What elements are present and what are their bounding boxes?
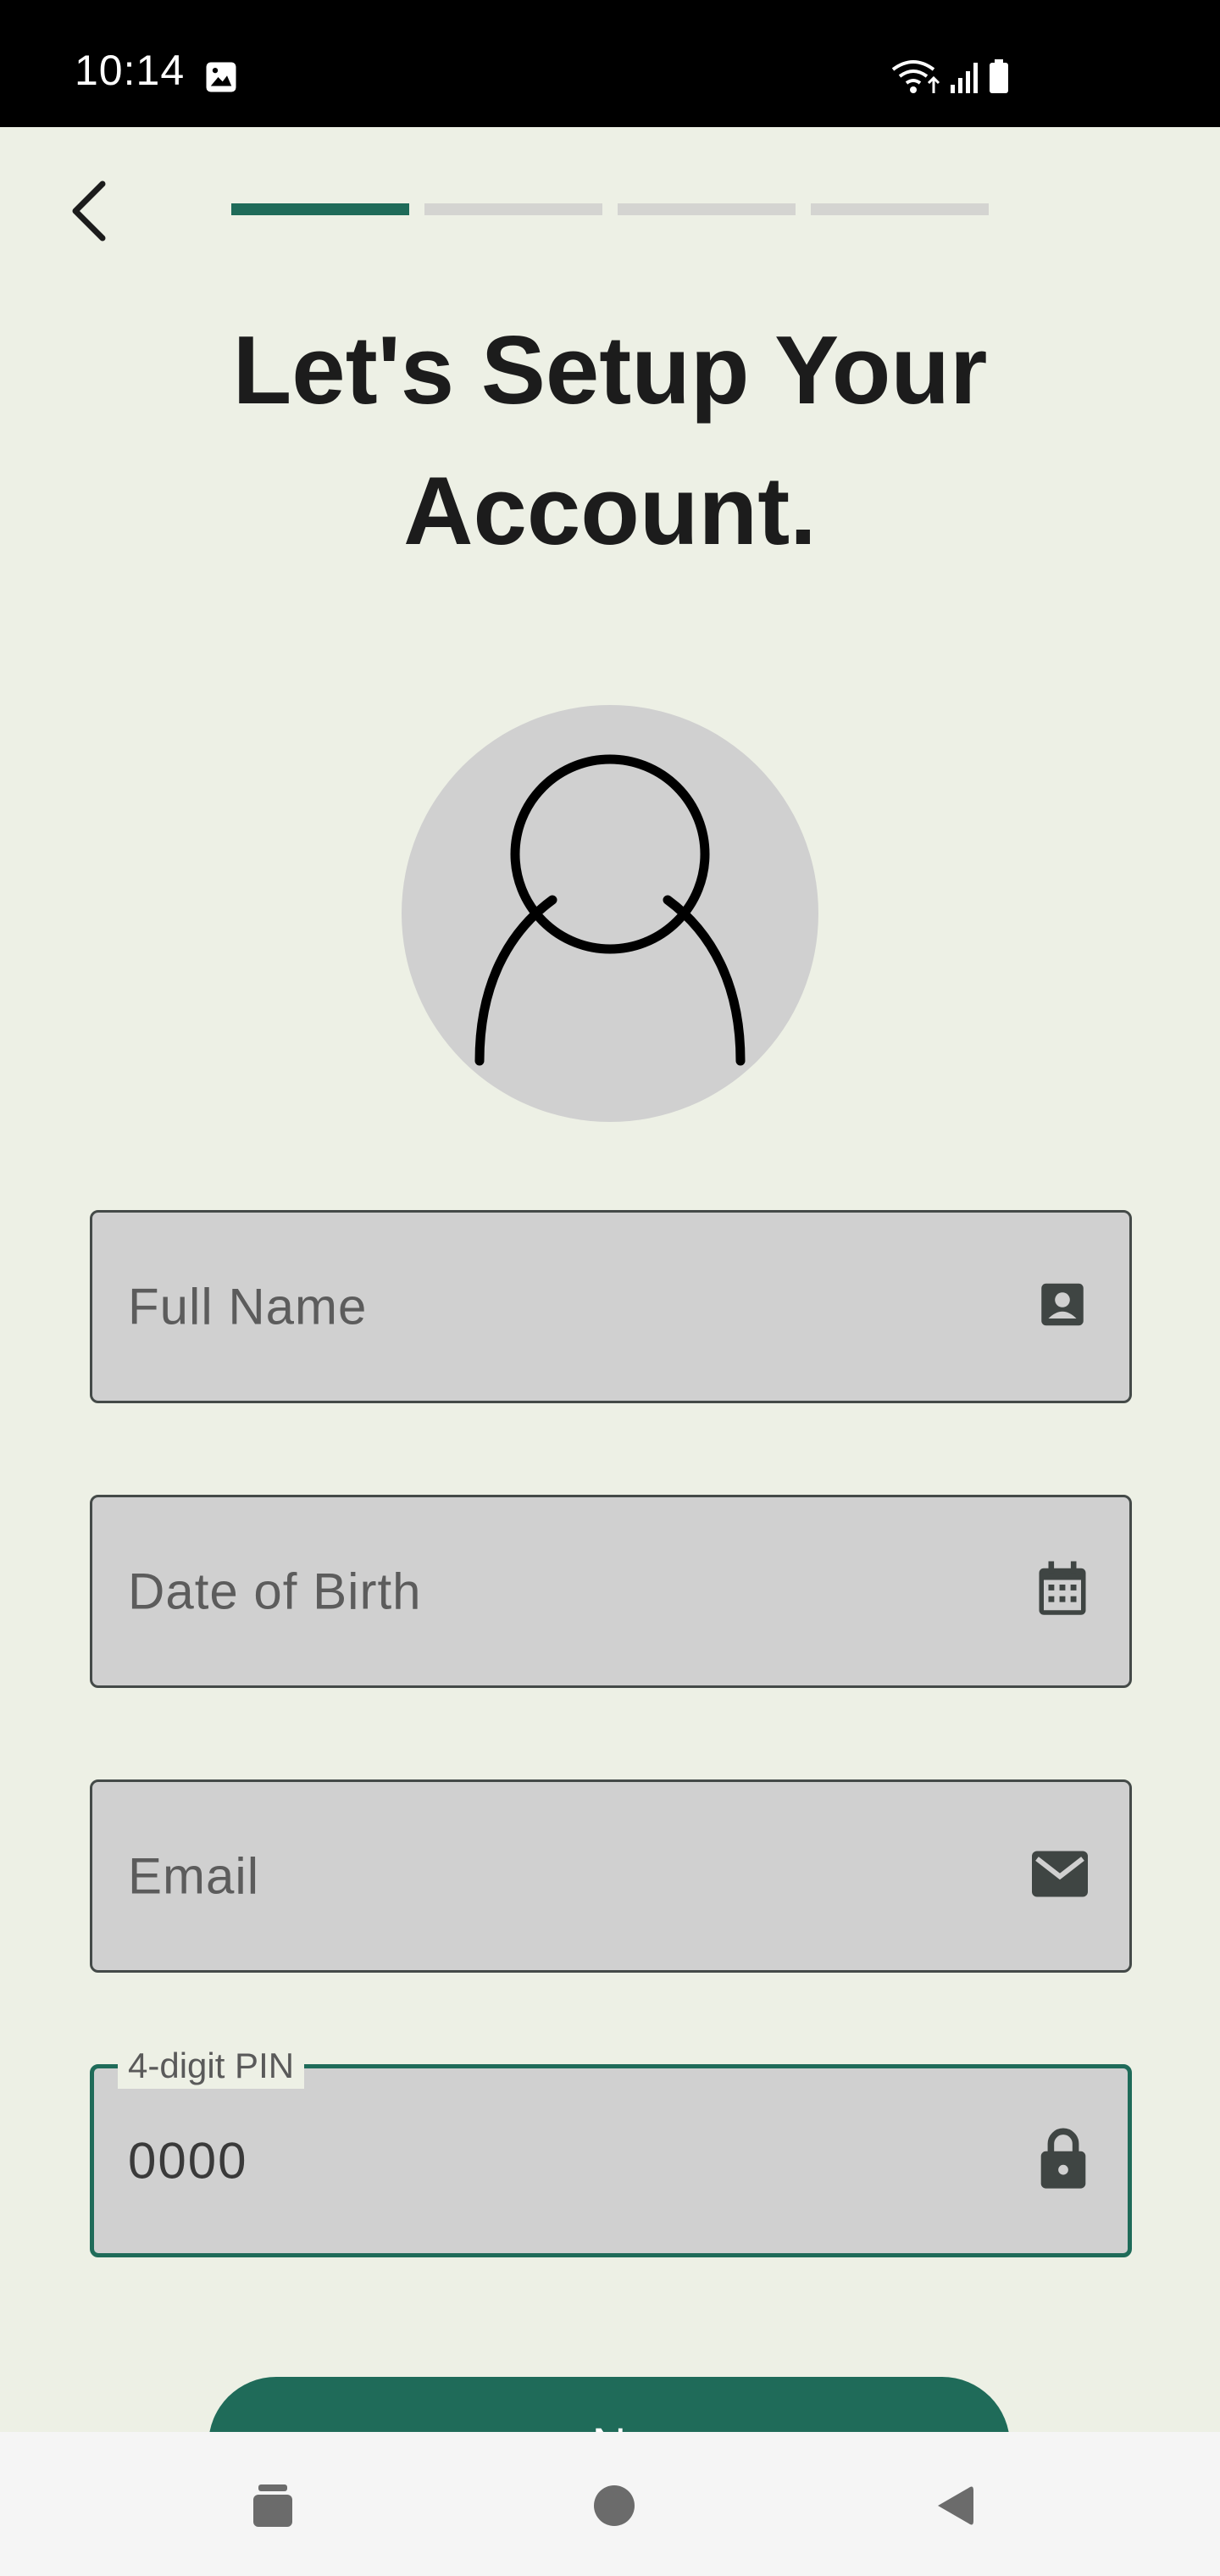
status-icons [890,56,1025,103]
contact-card-icon [1034,1277,1090,1337]
chevron-left-icon [72,180,106,242]
recents-button[interactable] [243,2476,302,2535]
progress-step-2 [424,203,602,215]
recents-icon [253,2484,292,2527]
setup-screen: Let's Setup Your Account. Full Name Date… [0,127,1220,2512]
back-triangle-icon [938,2486,973,2525]
lock-icon [1038,2127,1089,2196]
back-button[interactable] [51,173,127,249]
date-of-birth-placeholder: Date of Birth [128,1563,422,1620]
progress-step-3 [618,203,796,215]
cellular-signal-icon [951,63,978,93]
wifi-icon [891,60,940,93]
calendar-icon[interactable] [1034,1559,1090,1624]
mail-icon [1029,1849,1090,1904]
email-field[interactable]: Email [90,1779,1132,1973]
progress-step-1 [231,203,409,215]
date-of-birth-field[interactable]: Date of Birth [90,1495,1132,1688]
full-name-placeholder: Full Name [128,1278,368,1335]
nav-back-button[interactable] [925,2476,984,2535]
image-notification-icon [203,59,239,99]
pin-field[interactable]: 4-digit PIN 0000 [90,2043,1132,2257]
status-bar: 10:14 [0,0,1220,127]
battery-icon [990,59,1008,93]
progress-step-4 [811,203,989,215]
status-time: 10:14 [75,47,186,94]
home-icon [594,2485,635,2526]
page-title-line-2: Account. [403,458,817,565]
pin-label: 4-digit PIN [118,2043,305,2089]
email-placeholder: Email [128,1847,260,1905]
full-name-field[interactable]: Full Name [90,1210,1132,1403]
person-outline-icon [474,754,746,1066]
page-title-line-1: Let's Setup Your [232,317,988,425]
pin-value: 0000 [128,2132,248,2190]
avatar-picker[interactable] [402,705,818,1122]
system-nav-bar [0,2432,1220,2576]
page-title: Let's Setup Your Account. [0,301,1220,582]
home-button[interactable] [585,2476,644,2535]
